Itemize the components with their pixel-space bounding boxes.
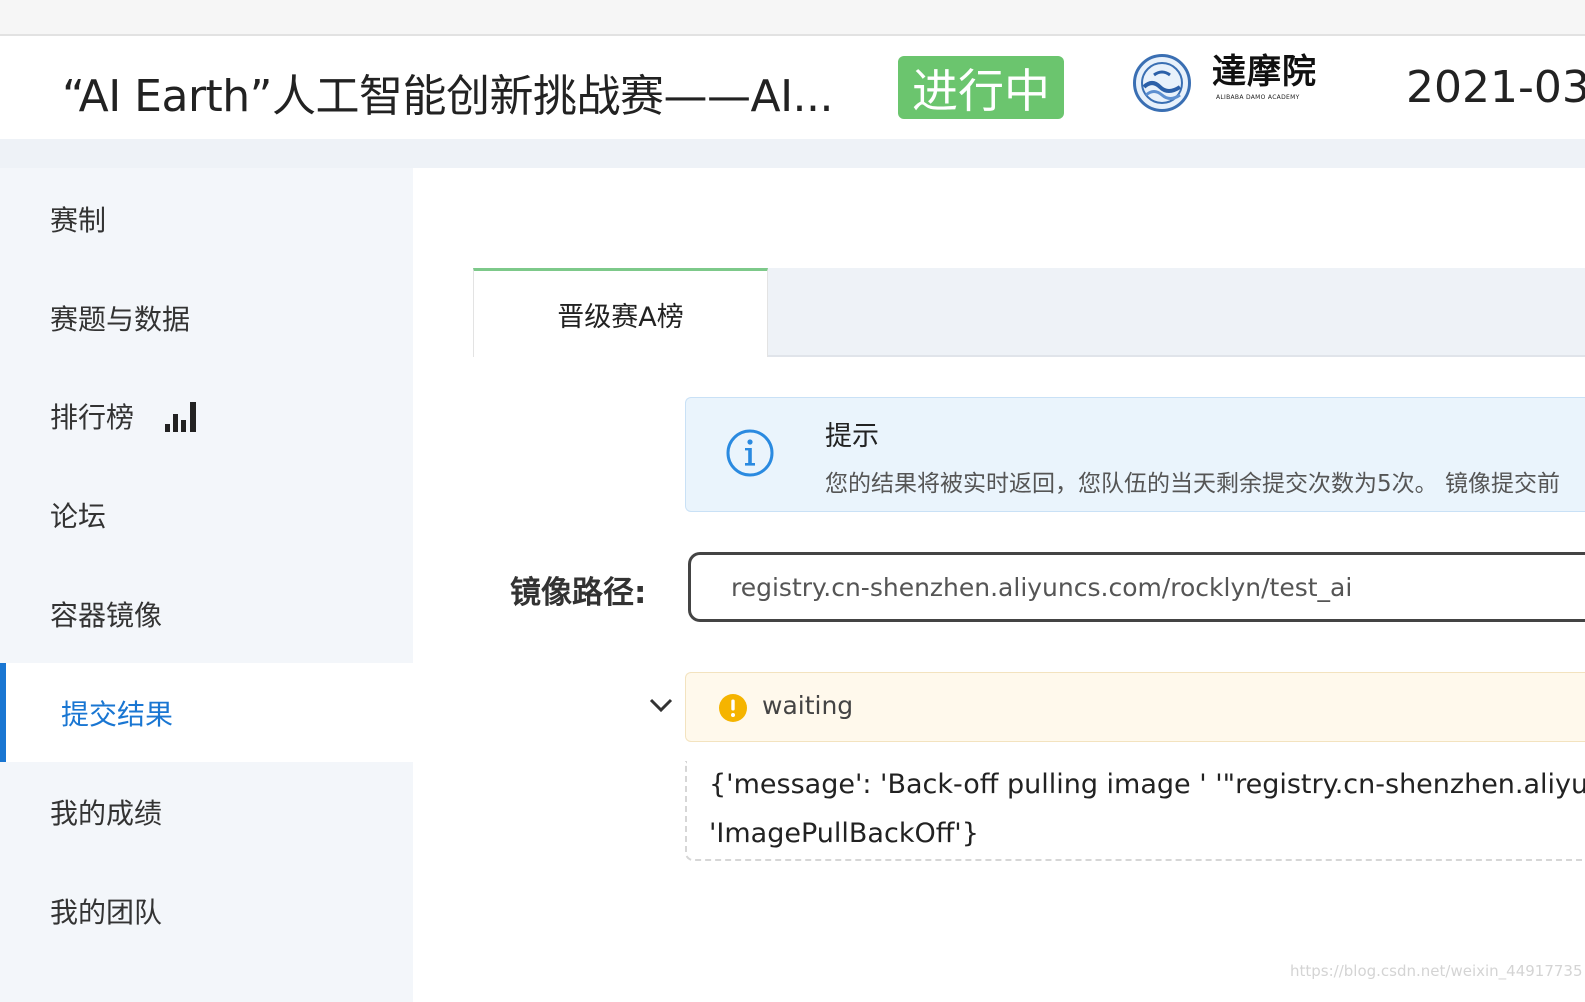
sidebar-item-label: 我的成绩 <box>50 796 163 830</box>
warning-icon <box>719 694 747 722</box>
watermark: https://blog.csdn.net/weixin_44917735 <box>1290 962 1583 980</box>
sidebar-item-label: 赛题与数据 <box>50 302 191 336</box>
leaderboard-tabbar: 晋级赛A榜 <box>473 268 1585 357</box>
main-content: 晋级赛A榜 提示 您的结果将被实时返回，您队伍的当天剩余提交次数为5次。 镜像提… <box>413 168 1585 1002</box>
log-line: {'message': 'Back-off pulling image ' '"… <box>709 769 1585 800</box>
tip-text: 您的结果将被实时返回，您队伍的当天剩余提交次数为5次。 镜像提交前 <box>825 471 1560 497</box>
logo-subtitle: ALIBABA DAMO ACADEMY <box>1216 94 1300 101</box>
image-path-label: 镜像路径: <box>510 575 647 611</box>
result-log: {'message': 'Back-off pulling image ' '"… <box>685 761 1585 861</box>
competition-header: “AI Earth”人工智能创新挑战赛——AI... 进行中 達摩院 ALIBA… <box>0 36 1585 139</box>
status-badge: 进行中 <box>898 56 1064 119</box>
sidebar-item-my-team[interactable]: 我的团队 <box>0 861 413 960</box>
sidebar-item-label: 容器镜像 <box>50 598 163 632</box>
damo-academy-logo: 達摩院 ALIBABA DAMO ACADEMY <box>1212 52 1318 112</box>
organizer-seal-logo <box>1133 54 1191 112</box>
sidebar-item-container-image[interactable]: 容器镜像 <box>0 564 413 663</box>
sidebar-item-forum[interactable]: 论坛 <box>0 465 413 564</box>
sidebar-item-problem-data[interactable]: 赛题与数据 <box>0 268 413 367</box>
browser-top-strip <box>0 0 1585 36</box>
sidebar-item-label: 赛制 <box>50 203 107 237</box>
tab-promotion-a[interactable]: 晋级赛A榜 <box>473 268 768 357</box>
result-status-text: waiting <box>762 691 854 720</box>
info-icon <box>726 429 774 477</box>
sidebar-item-my-scores[interactable]: 我的成绩 <box>0 762 413 861</box>
sidebar-item-label: 提交结果 <box>61 697 174 731</box>
competition-date: 2021-03 <box>1406 62 1585 113</box>
sidebar-item-label: 论坛 <box>50 499 107 533</box>
sidebar-item-rules[interactable]: 赛制 <box>0 169 413 268</box>
sidebar-item-leaderboard[interactable]: 排行榜 <box>0 366 413 465</box>
bar-chart-icon <box>164 400 198 432</box>
result-status-bar[interactable]: waiting <box>685 672 1585 742</box>
sidebar-item-label: 我的团队 <box>50 895 163 929</box>
tip-title: 提示 <box>825 421 879 452</box>
tip-alert: 提示 您的结果将被实时返回，您队伍的当天剩余提交次数为5次。 镜像提交前 <box>685 397 1585 512</box>
competition-title[interactable]: “AI Earth”人工智能创新挑战赛——AI... <box>62 60 834 124</box>
sidebar-nav: 赛制 赛题与数据 排行榜 论坛 容器镜像 提交结果 我的成绩 我的团队 <box>0 168 413 1002</box>
logo-name: 達摩院 <box>1212 52 1317 92</box>
sidebar-item-label: 排行榜 <box>50 400 135 434</box>
sidebar-item-submit-results[interactable]: 提交结果 <box>0 663 413 762</box>
image-path-input[interactable] <box>688 552 1585 622</box>
chevron-down-icon[interactable] <box>648 695 674 715</box>
log-line: 'ImagePullBackOff'} <box>709 818 979 849</box>
wave-seal-icon <box>1141 62 1183 104</box>
